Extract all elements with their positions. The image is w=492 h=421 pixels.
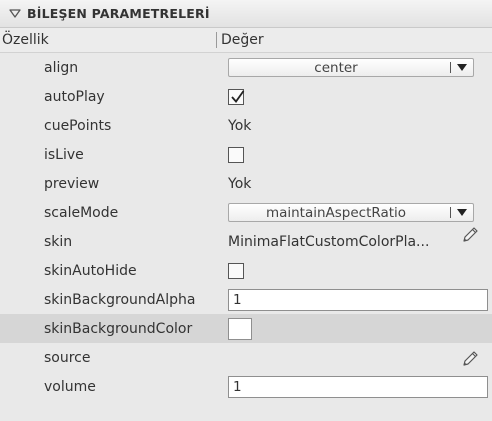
column-header-value[interactable]: Değer <box>221 32 264 48</box>
param-row-autoplay[interactable]: autoPlay <box>0 82 492 111</box>
param-row-islive[interactable]: isLive <box>0 140 492 169</box>
param-name: skinAutoHide <box>44 262 137 279</box>
chevron-down-icon[interactable] <box>457 209 467 216</box>
align-dropdown[interactable]: center <box>228 58 474 77</box>
pencil-icon[interactable] <box>460 225 480 245</box>
column-header-row: Özellik Değer <box>0 28 492 53</box>
cuepoints-value[interactable]: Yok <box>228 118 251 134</box>
skinbackgroundcolor-swatch[interactable] <box>228 317 252 340</box>
param-row-source[interactable]: source <box>0 343 492 372</box>
column-divider[interactable] <box>216 32 217 48</box>
param-row-scalemode[interactable]: scaleMode maintainAspectRatio <box>0 198 492 227</box>
pencil-icon[interactable] <box>460 349 480 369</box>
param-row-preview[interactable]: preview Yok <box>0 169 492 198</box>
panel-header[interactable]: BİLEŞEN PARAMETRELERİ <box>0 0 492 28</box>
param-row-skin[interactable]: skin MinimaFlatCustomColorPla... <box>0 225 492 256</box>
chevron-down-icon[interactable] <box>457 64 467 71</box>
param-name: skinBackgroundColor <box>44 320 193 337</box>
param-name: volume <box>44 378 96 395</box>
dropdown-divider <box>450 207 451 218</box>
scalemode-dropdown[interactable]: maintainAspectRatio <box>228 203 474 222</box>
param-name: isLive <box>44 146 84 163</box>
param-name: scaleMode <box>44 204 119 221</box>
param-name: align <box>44 59 79 76</box>
param-row-align[interactable]: align center <box>0 53 492 82</box>
dropdown-divider <box>450 62 451 73</box>
param-name: skin <box>44 233 73 250</box>
component-parameters-panel: BİLEŞEN PARAMETRELERİ Özellik Değer alig… <box>0 0 492 421</box>
autoplay-checkbox[interactable] <box>228 88 245 105</box>
dropdown-value: center <box>314 59 358 76</box>
column-header-property[interactable]: Özellik <box>0 32 216 48</box>
triangle-down-icon[interactable] <box>8 7 22 21</box>
skinbackgroundalpha-input[interactable]: 1 <box>228 288 488 311</box>
volume-input[interactable]: 1 <box>228 375 488 398</box>
checkmark-icon <box>231 89 245 103</box>
parameter-list: align center autoPlay cuePoints Yok isLi… <box>0 53 492 401</box>
islive-checkbox[interactable] <box>228 146 244 163</box>
param-name: preview <box>44 175 100 192</box>
panel-title: BİLEŞEN PARAMETRELERİ <box>27 6 210 21</box>
skinautohide-checkbox[interactable] <box>228 262 244 279</box>
preview-value[interactable]: Yok <box>228 176 251 192</box>
param-row-skinautohide[interactable]: skinAutoHide <box>0 256 492 285</box>
param-name: cuePoints <box>44 117 112 134</box>
skin-value: MinimaFlatCustomColorPla... <box>228 233 430 250</box>
param-name: autoPlay <box>44 88 105 105</box>
param-name: source <box>44 349 91 366</box>
param-row-cuepoints[interactable]: cuePoints Yok <box>0 111 492 140</box>
param-row-skinbackgroundcolor[interactable]: skinBackgroundColor <box>0 314 492 343</box>
param-row-volume[interactable]: volume 1 <box>0 372 492 401</box>
param-name: skinBackgroundAlpha <box>44 291 196 308</box>
param-row-skinbackgroundalpha[interactable]: skinBackgroundAlpha 1 <box>0 285 492 314</box>
dropdown-value: maintainAspectRatio <box>265 204 407 221</box>
